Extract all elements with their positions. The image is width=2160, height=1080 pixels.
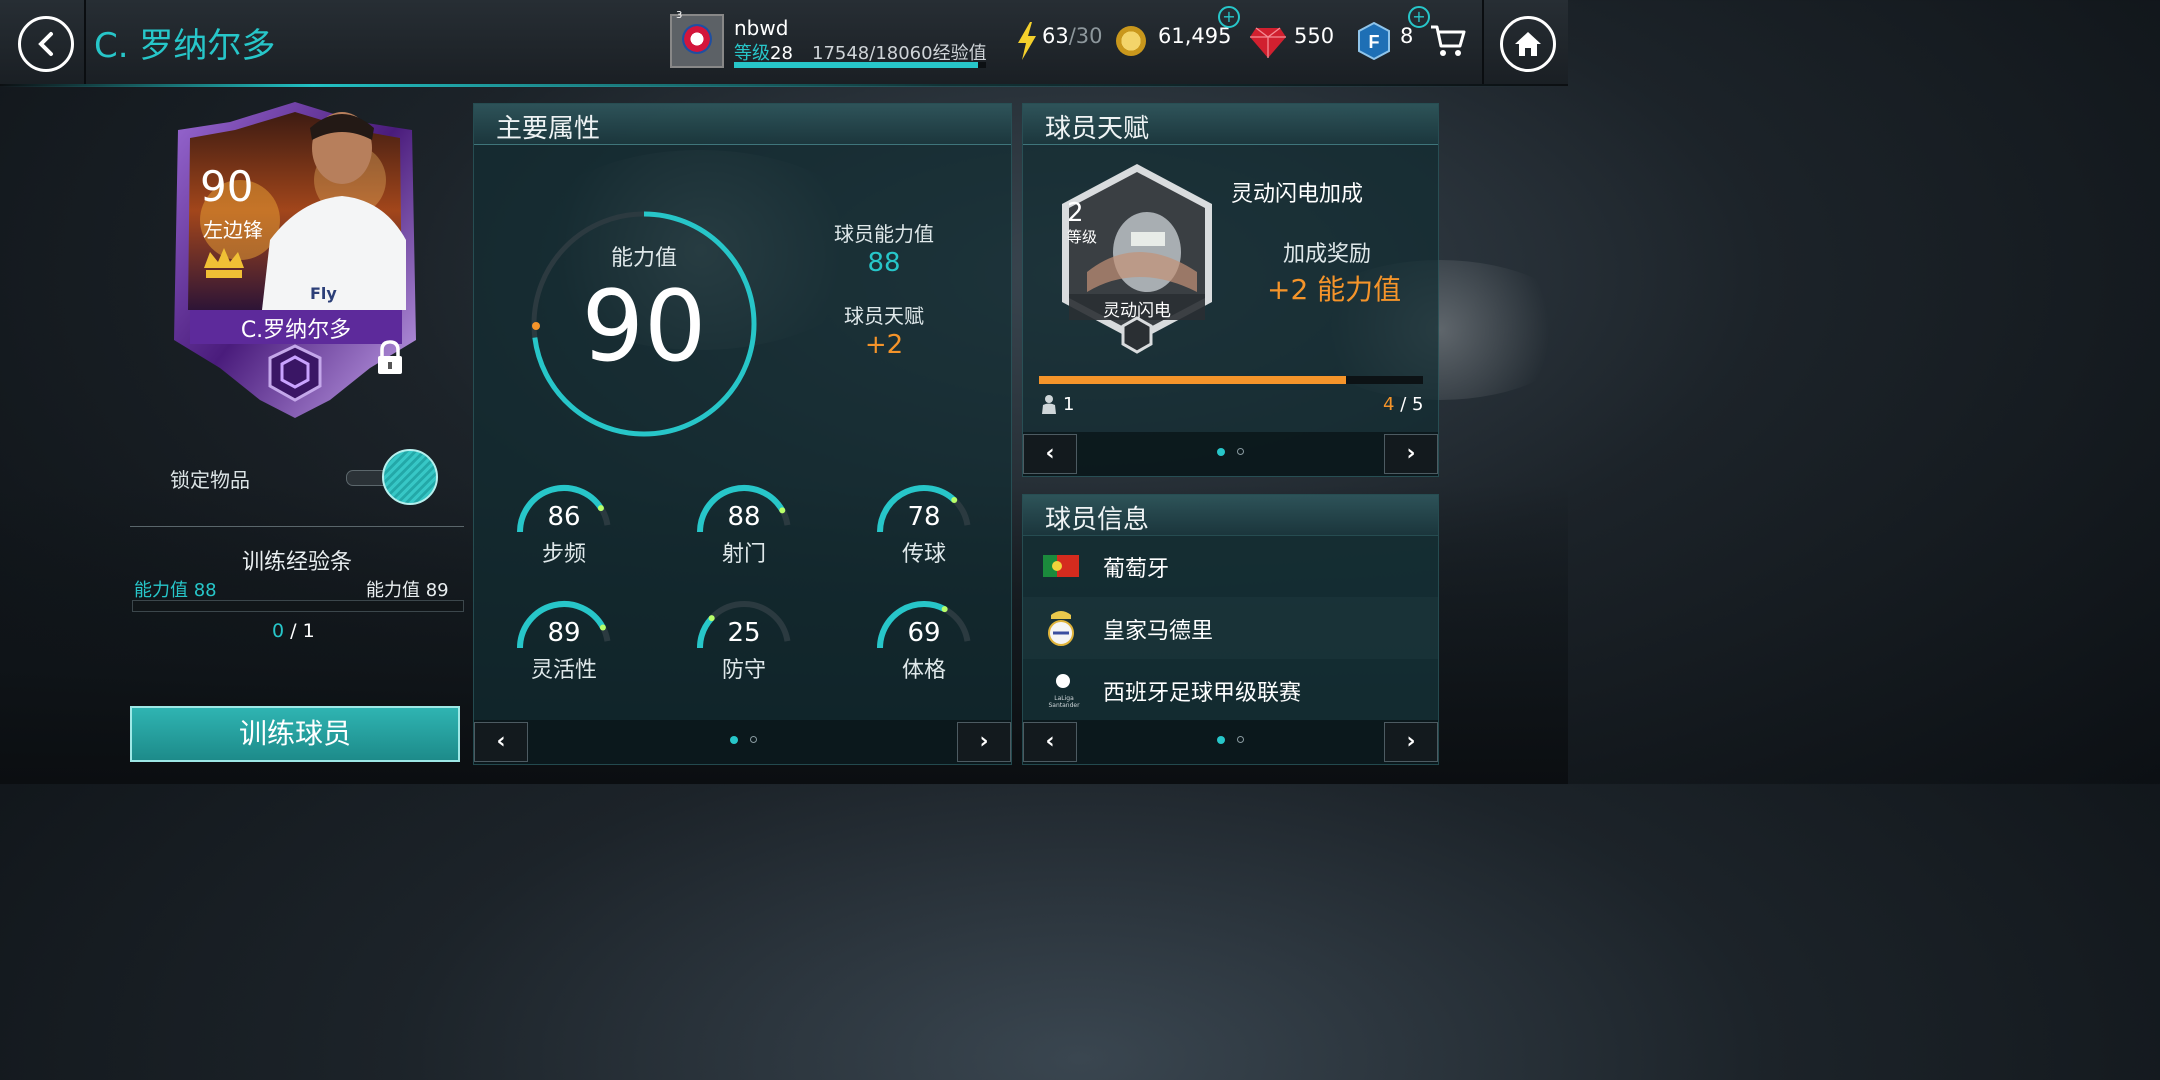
skill-progress-text: 4 / 5: [1383, 394, 1424, 415]
prev-page-button[interactable]: ‹: [474, 722, 528, 762]
home-icon: [1515, 32, 1541, 56]
lock-icon: [378, 340, 402, 374]
club-crest-icon: 3: [670, 10, 724, 68]
card-rating: 90: [200, 162, 254, 211]
training-title: 训练经验条: [241, 550, 352, 575]
stat-gauge: 89 灵活性: [516, 600, 612, 690]
badge-level-label: 等级: [1067, 228, 1098, 246]
stat-label: 防守: [721, 658, 766, 683]
stat-value: 78: [907, 502, 941, 532]
main-attributes-title: 主要属性: [496, 114, 601, 144]
stat-gauge: 86 步频: [516, 484, 612, 574]
info-nav: ‹ ›: [1023, 720, 1438, 764]
stat-value: 86: [547, 502, 581, 532]
badge-level: 2: [1067, 198, 1084, 228]
stat-value: 88: [727, 502, 761, 532]
overall-value: 90: [581, 270, 707, 384]
portugal-flag-icon: [1043, 555, 1079, 577]
skill-progress-bar: [1039, 376, 1423, 384]
player-info-title: 球员信息: [1045, 505, 1150, 535]
overall-label: 能力值: [610, 246, 677, 271]
fifa-points-amount: 8: [1400, 24, 1414, 48]
chevron-left-icon: [38, 32, 53, 56]
player-ovr-label: 球员能力值: [834, 222, 934, 246]
stat-label: 传球: [901, 542, 946, 567]
user-profile[interactable]: 3 nbwd 等级28 17548/18060经验值: [670, 10, 988, 70]
stat-label: 灵活性: [530, 658, 597, 683]
info-prev-button[interactable]: ‹: [1023, 722, 1077, 762]
stat-label: 射门: [721, 542, 766, 567]
skill-bonus-label: 球员天赋: [844, 304, 924, 328]
badge-name: 灵动闪电: [1103, 301, 1171, 321]
stat-value: 69: [907, 618, 941, 648]
skill-count: 1: [1063, 394, 1075, 415]
info-dot-2: [1237, 736, 1244, 743]
stat-gauge: 88 射门: [696, 484, 792, 574]
svg-text:F: F: [1369, 32, 1380, 52]
page-title: C. 罗纳尔多: [94, 26, 276, 66]
info-next-button[interactable]: ›: [1384, 722, 1438, 762]
next-page-button[interactable]: ›: [957, 722, 1011, 762]
training-progress: 0 / 1: [272, 620, 315, 642]
player-skill-title: 球员天赋: [1045, 114, 1150, 144]
lock-toggle-knob[interactable]: [382, 449, 438, 505]
club-row: 皇家马德里: [1023, 597, 1438, 659]
stat-gauge: 78 传球: [876, 484, 972, 574]
gem-icon: [1250, 27, 1286, 58]
card-name: C.罗纳尔多: [240, 318, 352, 343]
league-row: LaLiga Santander 西班牙足球甲级联赛: [1023, 659, 1438, 721]
main-attributes-nav: ‹ ›: [474, 720, 1011, 764]
training-bar: [132, 600, 464, 612]
train-player-button[interactable]: 训练球员: [130, 706, 460, 762]
top-bar: C. 罗纳尔多 3 nbwd 等级28 17548/18060经验值 63/30…: [0, 0, 1568, 86]
home-button[interactable]: [1500, 16, 1556, 72]
skill-name: 灵动闪电加成: [1231, 182, 1364, 207]
stat-value: 25: [727, 618, 761, 648]
training-from: 能力值 88: [134, 580, 217, 601]
main-attributes-panel: 主要属性 能力值 90 球员能力值 88 球员天赋 +2 86 步频 88 射门 78 传…: [473, 103, 1012, 765]
skill-dot-2: [1237, 448, 1244, 455]
page-dot-2: [750, 736, 757, 743]
real-madrid-crest-icon: [1048, 611, 1074, 646]
player-card[interactable]: 90 左边锋 Fly C.罗纳尔多: [170, 100, 420, 420]
energy-display: 63/30: [1042, 24, 1103, 48]
training-to: 能力值 89: [366, 580, 449, 601]
lock-label: 锁定物品: [170, 468, 250, 492]
add-points-button[interactable]: +: [1408, 6, 1430, 28]
lightning-icon: [1018, 22, 1036, 60]
stat-label: 体格: [901, 658, 946, 683]
kit-sponsor: Fly: [310, 284, 337, 303]
shopping-cart-icon[interactable]: [1430, 24, 1466, 58]
nation-row: 葡萄牙: [1023, 535, 1438, 597]
player-ovr-value: 88: [867, 248, 901, 278]
stat-label: 步频: [541, 542, 586, 567]
add-coins-button[interactable]: +: [1218, 6, 1240, 28]
skill-nav: ‹ ›: [1023, 432, 1438, 476]
card-position: 左边锋: [203, 218, 263, 242]
player-info-panel: 球员信息 葡萄牙 皇家马德里 LaLiga Santander 西班牙足球甲级联…: [1022, 494, 1439, 765]
skill-dot-1: [1217, 448, 1225, 456]
bonus-label: 加成奖励: [1283, 242, 1372, 267]
skill-prev-button[interactable]: ‹: [1023, 434, 1077, 474]
stopwatch-badge-icon[interactable]: [1057, 162, 1217, 362]
stat-gauge: 25 防守: [696, 600, 792, 690]
skill-next-button[interactable]: ›: [1384, 434, 1438, 474]
player-skill-panel: 球员天赋 2 等级 灵动闪电 灵动闪电加成 加成奖励 +2 能力值 1 4 / …: [1022, 103, 1439, 477]
page-dot-1: [730, 736, 738, 744]
username: nbwd: [734, 16, 789, 40]
stat-value: 89: [547, 618, 581, 648]
skill-bonus-value: +2: [864, 330, 904, 360]
fifa-points-icon: F: [1358, 22, 1390, 60]
back-button[interactable]: [18, 16, 74, 72]
gems-amount: 550: [1294, 24, 1335, 48]
bonus-value: +2 能力值: [1267, 273, 1402, 306]
stat-gauge: 69 体格: [876, 600, 972, 690]
coin-icon: [1116, 26, 1146, 56]
exp-bar: [734, 62, 986, 68]
coins-amount: 61,495: [1158, 24, 1232, 48]
info-dot-1: [1217, 736, 1225, 744]
person-icon: [1042, 395, 1056, 414]
